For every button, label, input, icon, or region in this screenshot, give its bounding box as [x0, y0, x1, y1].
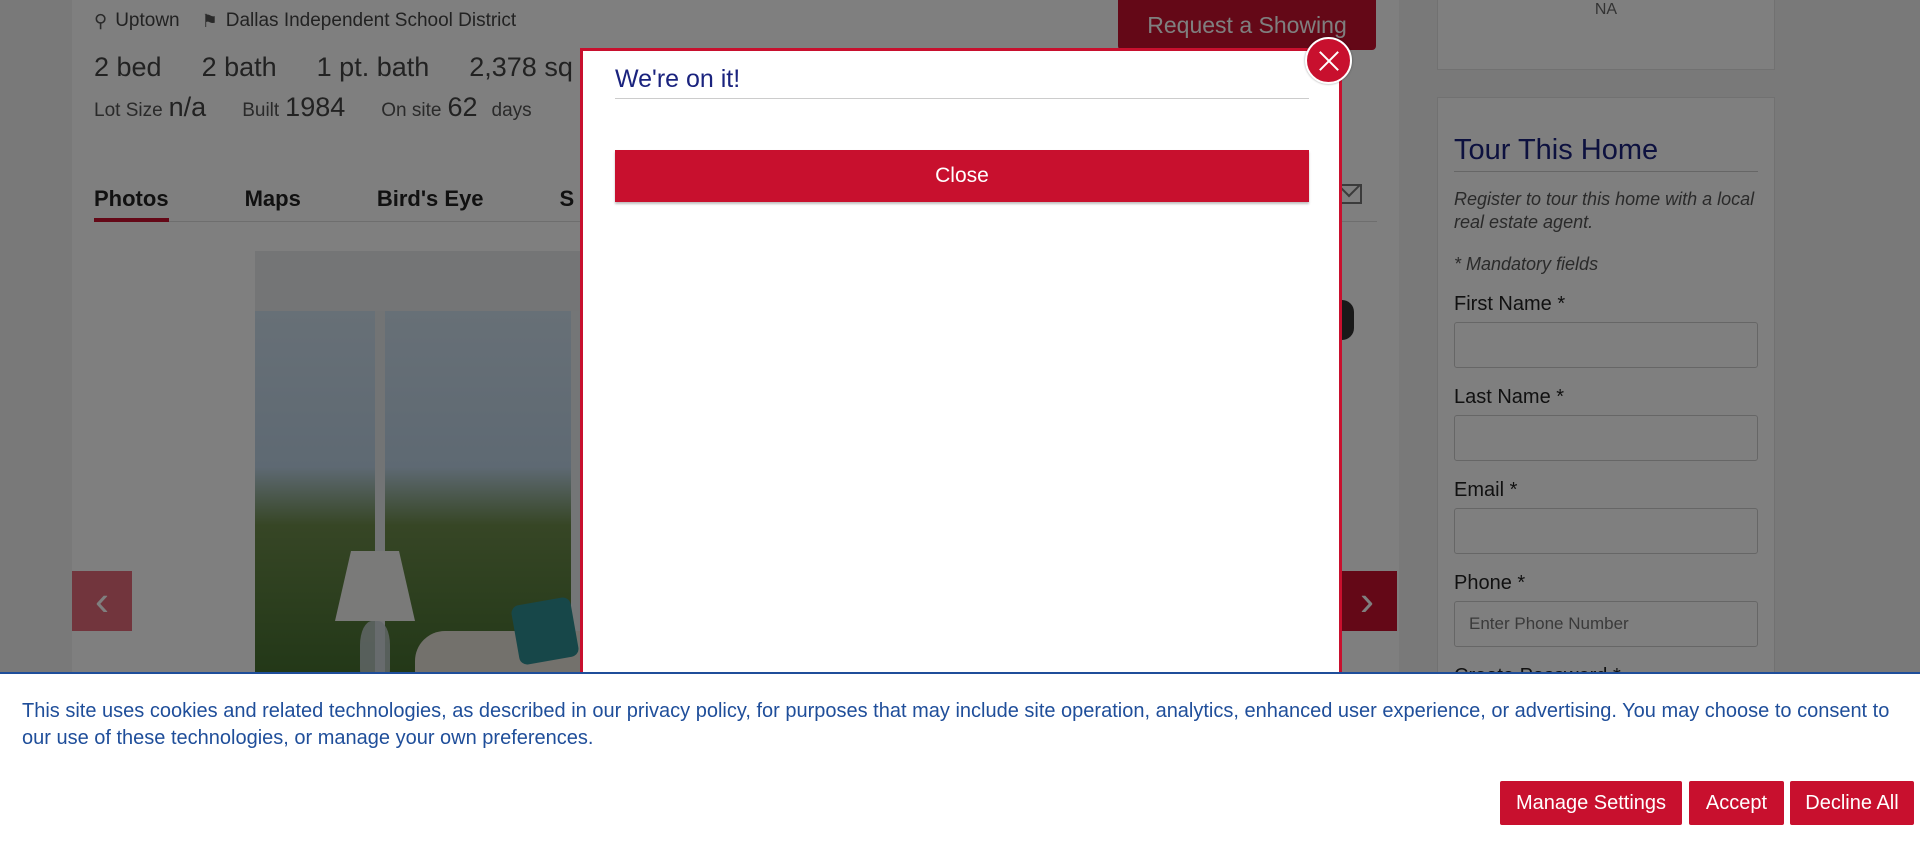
confirmation-modal: We're on it! Close	[580, 48, 1342, 688]
close-icon[interactable]	[1305, 37, 1352, 84]
page: ⚲ Uptown ⚑ Dallas Independent School Dis…	[0, 0, 1920, 846]
modal-title: We're on it!	[615, 65, 1309, 99]
manage-settings-button[interactable]: Manage Settings	[1500, 781, 1682, 825]
cookie-text: This site uses cookies and related techn…	[22, 700, 1890, 749]
cookie-banner: This site uses cookies and related techn…	[0, 672, 1920, 846]
decline-all-button[interactable]: Decline All	[1790, 781, 1914, 825]
modal-close-button[interactable]: Close	[615, 150, 1309, 202]
accept-button[interactable]: Accept	[1689, 781, 1784, 825]
